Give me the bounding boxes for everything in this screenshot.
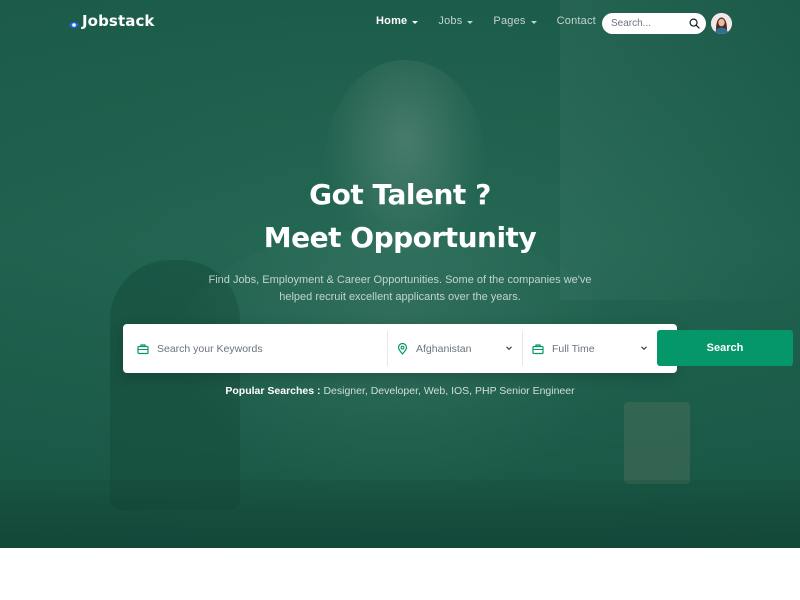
nav-item-pages[interactable]: Pages — [493, 15, 537, 27]
navbar: Jobstack Home Jobs Pages Contact — [0, 0, 800, 46]
chevron-down-icon — [505, 344, 513, 352]
nav-item-jobs[interactable]: Jobs — [438, 15, 474, 27]
background-mug — [624, 402, 690, 484]
popular-searches-label: Popular Searches : — [225, 385, 321, 397]
hero-subtitle: Find Jobs, Employment & Career Opportuni… — [208, 274, 592, 303]
nav-search-box — [602, 13, 706, 34]
map-pin-icon — [397, 342, 408, 355]
brand-name: Jobstack — [82, 12, 155, 30]
popular-searches: Popular Searches : Designer, Developer, … — [0, 385, 800, 397]
hero-title-line1: Got Talent ? — [309, 178, 491, 211]
job-type-select[interactable]: Full Time — [522, 331, 657, 366]
search-icon[interactable] — [689, 18, 700, 29]
popular-searches-list[interactable]: Designer, Developer, Web, IOS, PHP Senio… — [323, 385, 574, 397]
nav-item-label: Jobs — [438, 15, 463, 27]
caret-down-icon — [530, 20, 537, 24]
nav-menu: Home Jobs Pages Contact — [376, 15, 616, 27]
briefcase-icon — [532, 343, 544, 355]
hero-title-line2: Meet Opportunity — [263, 221, 537, 254]
logo-mark-icon — [68, 18, 80, 30]
nav-item-label: Pages — [493, 15, 526, 27]
keyword-input[interactable] — [157, 342, 269, 355]
caret-down-icon — [412, 20, 419, 24]
location-value: Afghanistan — [416, 342, 472, 355]
chevron-down-icon — [640, 344, 648, 352]
caret-down-icon — [467, 20, 474, 24]
job-search-form: Afghanistan Full Time Search — [123, 324, 793, 373]
background-desk — [0, 480, 800, 548]
nav-search-input[interactable] — [611, 18, 685, 29]
job-type-value: Full Time — [552, 342, 595, 355]
user-avatar[interactable] — [711, 13, 732, 34]
nav-item-home[interactable]: Home — [376, 15, 419, 27]
nav-item-label: Contact — [556, 15, 596, 27]
briefcase-icon — [137, 343, 149, 355]
keyword-field — [137, 331, 387, 366]
nav-item-contact[interactable]: Contact — [557, 15, 596, 27]
search-button[interactable]: Search — [657, 330, 793, 366]
hero-section: Jobstack Home Jobs Pages Contact Search.… — [0, 0, 800, 548]
nav-item-label: Home — [376, 15, 408, 27]
brand-logo[interactable]: Jobstack — [68, 12, 155, 30]
location-select[interactable]: Afghanistan — [387, 331, 522, 366]
